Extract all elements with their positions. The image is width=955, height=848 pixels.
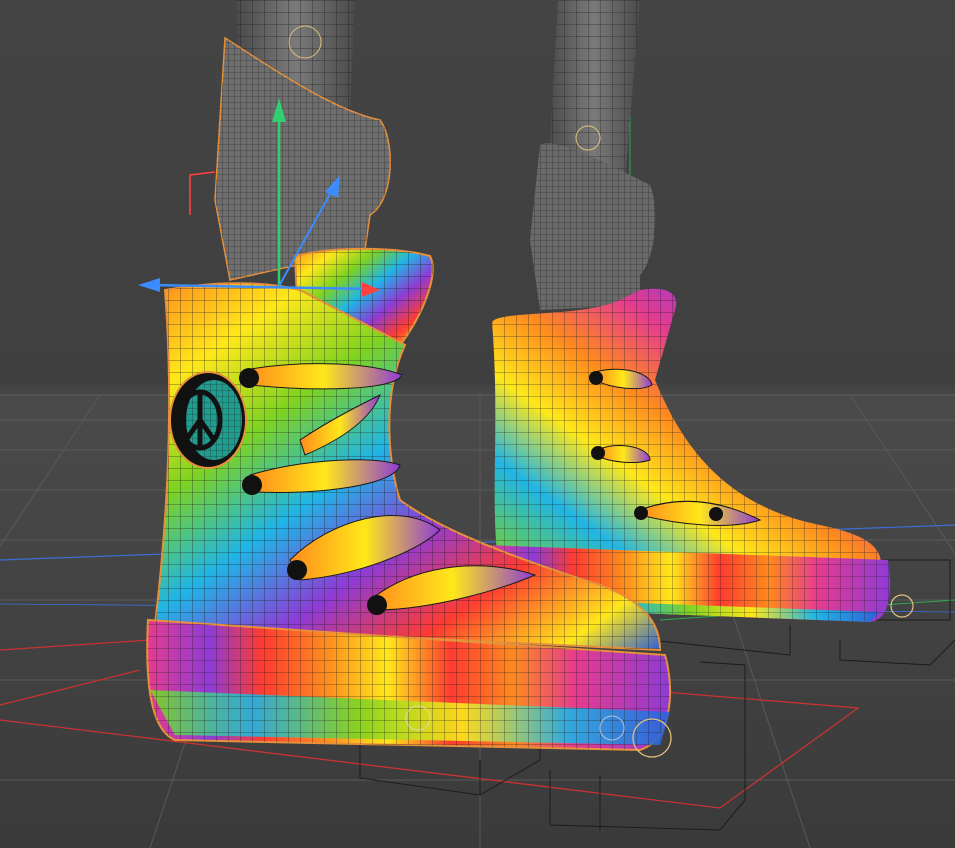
right-eyelet xyxy=(634,506,648,520)
peace-sign-icon[interactable] xyxy=(169,371,247,469)
left-leg[interactable] xyxy=(214,0,391,281)
left-eyelet xyxy=(239,368,259,388)
right-toe-pivot xyxy=(890,594,914,618)
right-eyelet xyxy=(591,446,605,460)
gizmo-plane-handle[interactable] xyxy=(189,171,216,215)
right-eyelet xyxy=(709,507,723,521)
left-eyelet xyxy=(287,560,307,580)
left-eyelet xyxy=(367,595,387,615)
viewport-canvas[interactable] xyxy=(0,0,955,848)
left-eyelet xyxy=(242,475,262,495)
right-leg[interactable] xyxy=(530,0,656,310)
3d-viewport[interactable] xyxy=(0,0,955,848)
right-eyelet xyxy=(589,371,603,385)
